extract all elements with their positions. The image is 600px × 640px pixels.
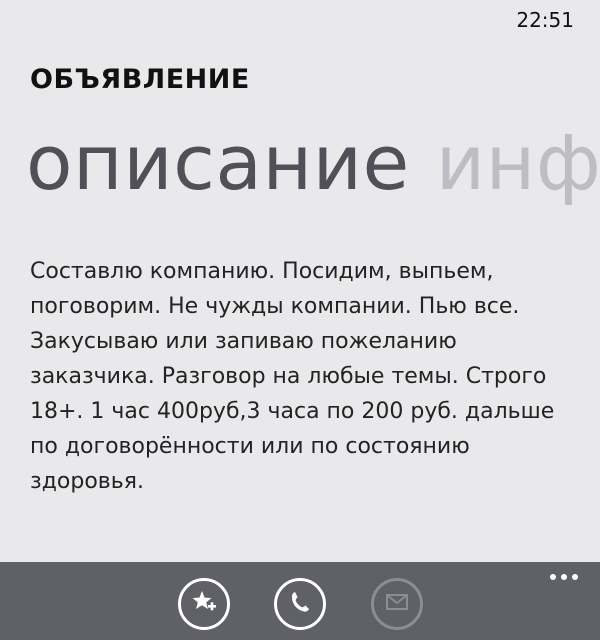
pivot-item-description[interactable]: описание — [26, 118, 410, 207]
status-time: 22:51 — [516, 8, 574, 32]
page-title: ОБЪЯВЛЕНИЕ — [30, 64, 250, 95]
app-bar — [0, 562, 600, 640]
ad-description: Составлю компанию. Посидим, выпьем, пого… — [30, 259, 555, 494]
call-button[interactable] — [274, 578, 326, 630]
message-button[interactable] — [371, 578, 423, 630]
status-bar: 22:51 — [0, 0, 600, 40]
more-icon[interactable] — [550, 574, 578, 580]
pivot-item-info[interactable]: инф — [436, 118, 600, 207]
pivot-header: описание инф — [26, 118, 600, 208]
more-dot — [561, 574, 567, 580]
mail-icon — [384, 589, 410, 619]
add-favorite-button[interactable] — [178, 578, 230, 630]
more-dot — [572, 574, 578, 580]
add-favorite-icon — [190, 588, 218, 620]
phone-icon — [287, 589, 313, 619]
more-dot — [550, 574, 556, 580]
